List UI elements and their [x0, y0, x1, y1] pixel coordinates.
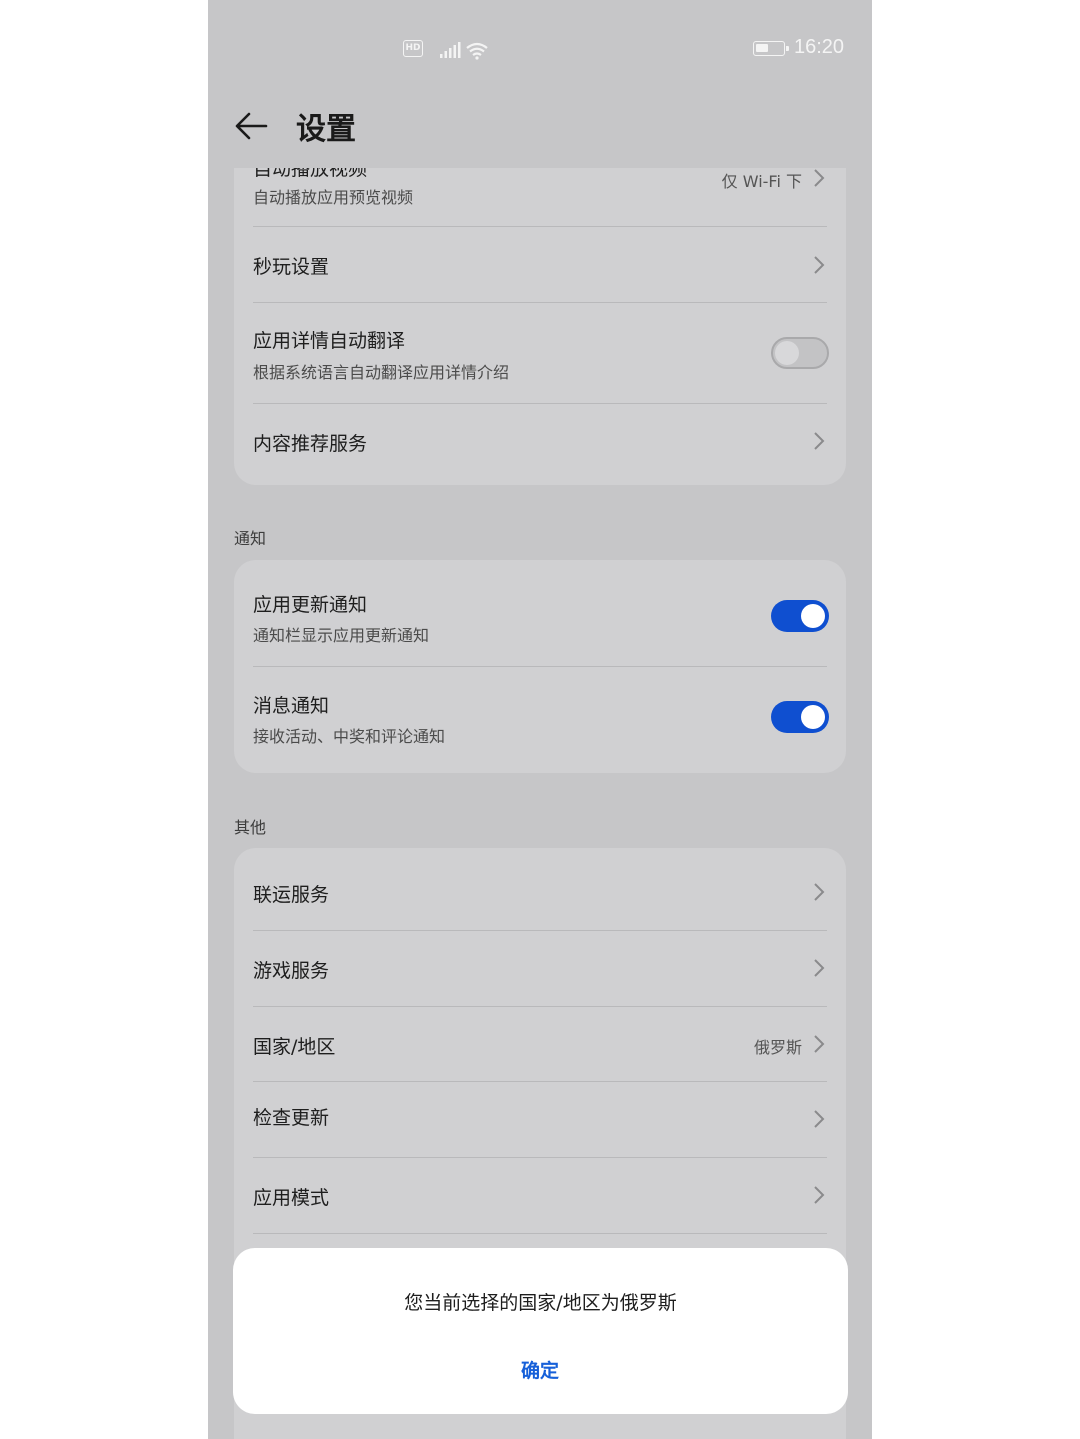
dialog-message: 您当前选择的国家/地区为俄罗斯: [404, 1292, 677, 1314]
row-title: 消息通知: [253, 695, 330, 717]
row-title: 联运服务: [253, 884, 330, 906]
divider: [253, 1233, 827, 1234]
chevron-right-icon: [814, 169, 825, 187]
chevron-right-icon: [814, 883, 825, 901]
status-bar: HD 16:20: [208, 0, 872, 96]
row-value: 俄罗斯: [753, 1038, 802, 1057]
toggle-knob: [775, 341, 799, 365]
other-item-1[interactable]: 游戏服务: [234, 931, 846, 1006]
notify-card: 应用更新通知 通知栏显示应用更新通知 消息通知 接收活动、中奖和评论通知: [234, 560, 846, 773]
update-notify-toggle[interactable]: [771, 600, 829, 632]
other-item-4[interactable]: 应用模式: [234, 1158, 846, 1233]
row-title: 内容推荐服务: [253, 433, 368, 455]
region-dialog: 您当前选择的国家/地区为俄罗斯 确定: [233, 1248, 848, 1414]
auto-translate-toggle[interactable]: [771, 337, 829, 369]
hd-voice-icon: HD: [403, 40, 423, 57]
other-item-2[interactable]: 国家/地区 俄罗斯: [234, 1007, 846, 1082]
chevron-right-icon: [814, 1186, 825, 1204]
autoplay-video-row[interactable]: 自动播放视频 自动播放应用预览视频 仅 Wi-Fi 下: [234, 168, 846, 228]
row-subtitle: 通知栏显示应用更新通知: [253, 626, 430, 645]
chevron-right-icon: [814, 1035, 825, 1053]
toggle-knob: [801, 705, 825, 729]
row-title: 应用模式: [253, 1187, 330, 1209]
phone-screen: HD 16:20 设置 自动播放视频 自动播放应用预览视频 仅 Wi-Fi 下: [208, 0, 872, 1439]
row-title: 检查更新: [253, 1107, 330, 1129]
row-subtitle: 接收活动、中奖和评论通知: [253, 727, 446, 746]
back-arrow-icon[interactable]: [232, 106, 272, 146]
content-recommend-row[interactable]: 内容推荐服务: [234, 404, 846, 485]
page-title: 设置: [296, 112, 356, 147]
section-label-other: 其他: [234, 818, 267, 837]
row-title: 国家/地区: [253, 1036, 336, 1058]
message-notify-toggle[interactable]: [771, 701, 829, 733]
update-notify-row[interactable]: 应用更新通知 通知栏显示应用更新通知: [234, 560, 846, 666]
message-notify-row[interactable]: 消息通知 接收活动、中奖和评论通知: [234, 667, 846, 773]
row-title: 秒玩设置: [253, 256, 330, 278]
confirm-button[interactable]: 确定: [490, 1356, 590, 1388]
battery-icon: [753, 41, 789, 56]
row-title: 应用更新通知: [253, 594, 368, 616]
row-title: 应用详情自动翻译: [253, 330, 406, 352]
toggle-knob: [801, 604, 825, 628]
chevron-right-icon: [814, 959, 825, 977]
chevron-right-icon: [814, 432, 825, 450]
page-header: 设置: [208, 96, 872, 168]
chevron-right-icon: [814, 256, 825, 274]
row-value: 仅 Wi-Fi 下: [721, 172, 802, 191]
row-title: 游戏服务: [253, 960, 330, 982]
signal-wifi-icon: [440, 42, 488, 60]
row-subtitle: 自动播放应用预览视频: [253, 188, 414, 207]
other-item-3[interactable]: 检查更新: [234, 1082, 846, 1157]
instant-play-row[interactable]: 秒玩设置: [234, 227, 846, 302]
chevron-right-icon: [814, 1110, 825, 1128]
section-label-notify: 通知: [234, 529, 267, 548]
row-subtitle: 根据系统语言自动翻译应用详情介绍: [253, 363, 510, 382]
row-title: 自动播放视频: [253, 168, 368, 180]
status-time: 16:20: [794, 36, 845, 58]
general-card: 自动播放视频 自动播放应用预览视频 仅 Wi-Fi 下 秒玩设置 应用详情自动翻…: [234, 168, 846, 485]
auto-translate-row[interactable]: 应用详情自动翻译 根据系统语言自动翻译应用详情介绍: [234, 303, 846, 403]
other-item-0[interactable]: 联运服务: [234, 848, 846, 930]
